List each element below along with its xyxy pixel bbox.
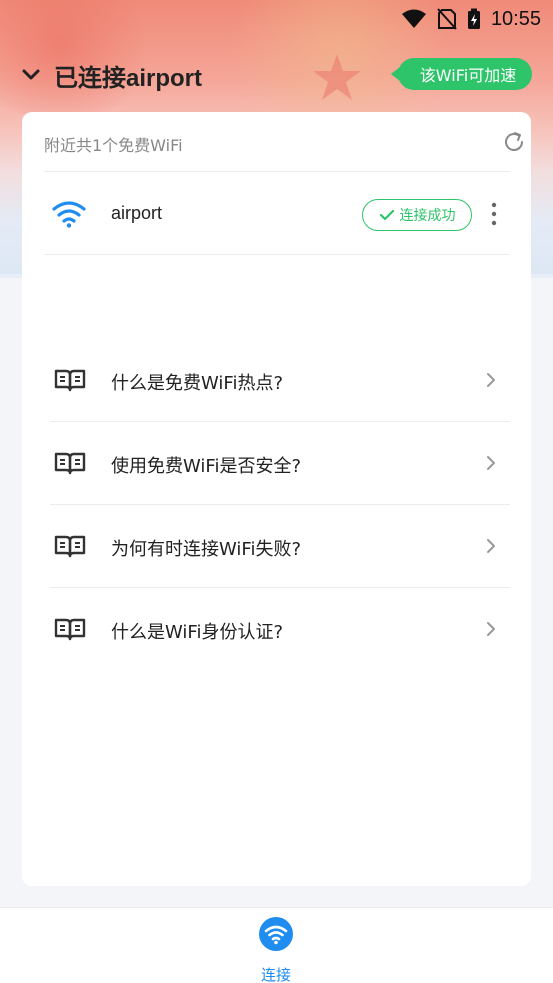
chevron-right-icon [487,373,495,387]
faq-question: 什么是WiFi身份认证? [111,622,284,643]
speed-up-button[interactable]: 该WiFi可加速 [391,58,532,90]
chevron-down-icon[interactable] [20,64,42,86]
faq-item[interactable]: 什么是WiFi身份认证? [50,589,510,671]
divider [50,587,510,588]
wifi-network-row[interactable]: airport 连接成功 [44,172,510,254]
check-icon [379,209,394,221]
faq-question: 为何有时连接WiFi失败? [111,539,302,560]
connected-badge: 连接成功 [362,199,472,231]
tab-connect-label: 连接 [260,966,291,983]
faq-question: 什么是免费WiFi热点? [111,373,284,394]
book-icon [54,535,86,558]
bottom-tab-bar: 连接 [0,907,553,983]
chevron-right-icon [487,622,495,636]
faq-question: 使用免费WiFi是否安全? [111,456,302,477]
battery-charging-icon [467,8,480,29]
faq-item[interactable]: 为何有时连接WiFi失败? [50,506,510,588]
nearby-count: 附近共1个免费WiFi [44,136,183,155]
wifi-icon [52,201,86,228]
wifi-card: 附近共1个免费WiFi airport 连接成功 什么是免费WiFi热点? 使用… [22,112,531,886]
tab-connect[interactable]: 连接 [236,914,316,983]
divider [50,504,510,505]
wifi-tab-icon [259,917,293,951]
book-icon [54,369,86,392]
status-bar: 10:55 [0,0,553,38]
card-header: 附近共1个免费WiFi [44,130,523,155]
chevron-right-icon [487,539,495,553]
divider [50,421,510,422]
network-ssid: airport [111,203,163,223]
faq-item[interactable]: 什么是免费WiFi热点? [50,340,510,422]
more-options-icon[interactable] [490,202,498,226]
wifi-signal-icon [401,9,426,28]
connected-status: 连接成功 [399,208,456,224]
refresh-icon[interactable] [502,130,526,154]
status-time: 10:55 [490,7,541,30]
page-title: 已连接airport [54,65,203,92]
book-icon [54,618,86,641]
faq-item[interactable]: 使用免费WiFi是否安全? [50,423,510,505]
chevron-right-icon [487,456,495,470]
page-header: 已连接airport 该WiFi可加速 [0,54,553,96]
book-icon [54,452,86,475]
no-sim-icon [437,8,457,30]
divider [44,254,510,255]
